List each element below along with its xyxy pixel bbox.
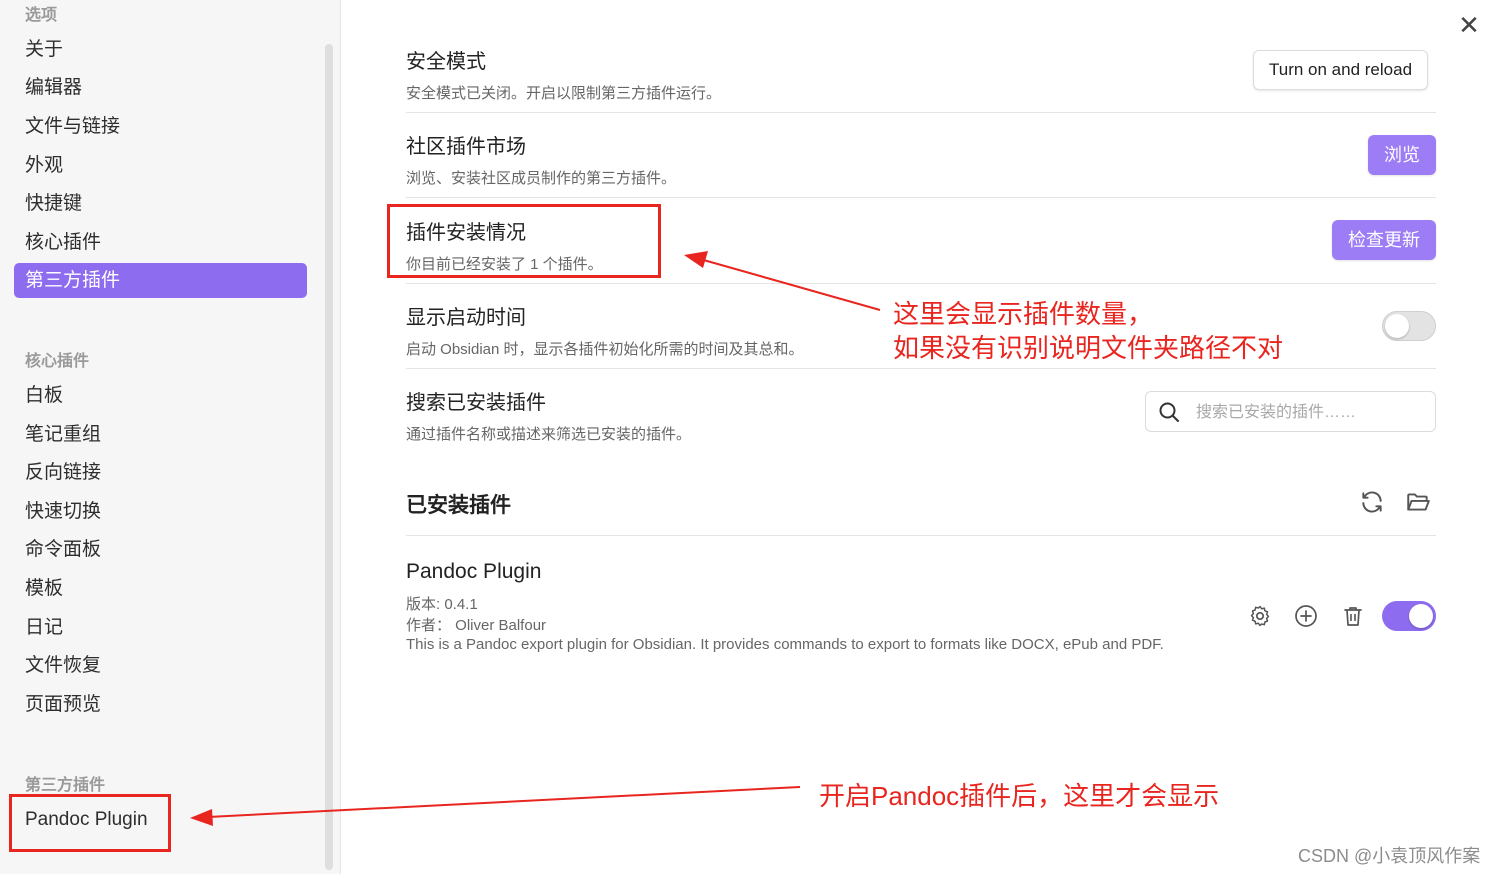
annotation-arrow-1 [699, 258, 881, 311]
annotation-note-plugin-count-line2: 如果没有识别说明文件夹路径不对 [893, 333, 1284, 363]
annotation-note-pandoc-enable: 开启Pandoc插件后，这里才会显示 [819, 781, 1220, 811]
annotation-arrow-2 [207, 786, 801, 818]
annotation-arrowhead-2 [190, 809, 213, 826]
watermark: CSDN @小袁顶风作案 [1298, 846, 1481, 866]
annotation-arrowhead-1 [684, 251, 708, 268]
annotation-arrows [190, 251, 881, 826]
annotation-note-plugin-count-line1: 这里会显示插件数量， [893, 299, 1154, 329]
